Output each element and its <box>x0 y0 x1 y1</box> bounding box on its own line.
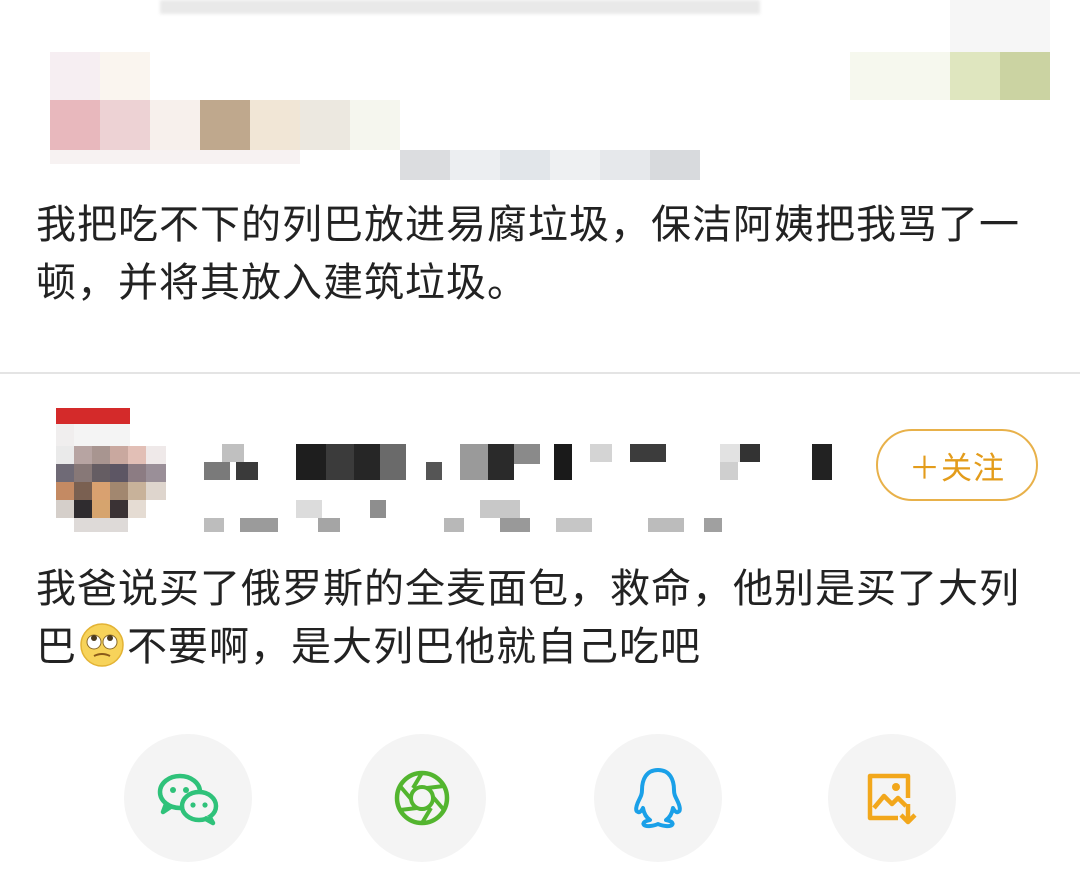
redacted-pixel <box>400 150 450 180</box>
redacted-pixel <box>110 464 128 482</box>
redacted-pixel <box>950 52 1000 100</box>
redacted-pixel <box>444 518 464 532</box>
redacted-pixel <box>74 424 130 446</box>
redacted-pixel <box>146 464 166 482</box>
redacted-pixel <box>250 100 300 150</box>
redacted-pixel <box>146 482 166 500</box>
redacted-pixel <box>648 518 684 532</box>
redacted-pixel <box>1000 52 1050 100</box>
redacted-pixel <box>326 444 354 480</box>
redacted-pixel <box>554 444 572 480</box>
redacted-pixel <box>740 444 760 462</box>
redacted-pixel <box>56 446 74 464</box>
redacted-pixel <box>380 444 406 480</box>
redacted-pixel <box>56 464 74 482</box>
redacted-pixel <box>222 444 244 462</box>
redacted-pixel <box>56 500 74 518</box>
redacted-pixel <box>74 518 128 532</box>
save-image-icon <box>867 773 917 825</box>
redacted-pixel <box>650 150 700 180</box>
redacted-pixel <box>500 150 550 180</box>
redacted-pixel <box>110 446 128 464</box>
redacted-pixel <box>50 100 100 150</box>
redacted-pixel <box>128 500 146 518</box>
redacted-pixel <box>92 500 110 518</box>
redacted-pixel <box>128 482 146 500</box>
redacted-pixel <box>354 444 380 480</box>
redacted-pixel <box>200 100 250 150</box>
post1-text: 我把吃不下的列巴放进易腐垃圾，保洁阿姨把我骂了一顿，并将其放入建筑垃圾。 <box>36 202 1020 306</box>
redacted-pixel <box>128 446 146 464</box>
redacted-pixel <box>100 52 150 100</box>
save-image-button[interactable] <box>828 734 956 862</box>
post2-text-part2: 不要啊，是大列巴他就自己吃吧 <box>127 624 701 670</box>
redacted-pixel <box>450 150 500 180</box>
redacted-pixel <box>590 444 612 462</box>
redacted-pixel <box>488 444 514 480</box>
redacted-pixel <box>850 52 950 100</box>
follow-button[interactable]: ＋关注 <box>876 429 1038 501</box>
redacted-pixel <box>296 500 322 518</box>
redacted-pixel <box>74 464 92 482</box>
divider <box>0 372 1080 374</box>
post2-text: 我爸说买了俄罗斯的全麦面包，救命，他别是买了大列巴 不要啊，是大列巴他就自己吃吧 <box>36 560 1046 676</box>
redacted-pixel <box>550 150 600 180</box>
redacted-pixel <box>74 500 92 518</box>
redacted-pixel <box>630 444 666 462</box>
redacted-pixel <box>426 462 442 480</box>
redacted-pixel <box>160 0 760 14</box>
redacted-pixel <box>204 518 224 532</box>
redacted-pixel <box>50 150 300 164</box>
redacted-pixel <box>92 482 110 500</box>
redacted-pixel <box>950 0 1050 52</box>
redacted-pixel <box>100 100 150 150</box>
redacted-pixel <box>300 100 350 150</box>
qq-icon <box>634 768 682 829</box>
redacted-pixel <box>704 518 722 532</box>
redacted-pixel <box>240 518 278 532</box>
redacted-pixel <box>92 464 110 482</box>
redacted-pixel <box>74 482 92 500</box>
redacted-pixel <box>204 462 230 480</box>
redacted-pixel <box>370 500 386 518</box>
redacted-pixel <box>500 518 530 532</box>
redacted-pixel <box>236 462 258 480</box>
redacted-pixel <box>56 424 74 446</box>
redacted-pixel <box>720 462 738 480</box>
redacted-pixel <box>74 446 92 464</box>
redacted-pixel <box>350 100 400 150</box>
redacted-pixel <box>460 444 488 480</box>
redacted-pixel <box>56 408 130 424</box>
share-qq-button[interactable] <box>594 734 722 862</box>
redacted-pixel <box>296 444 326 480</box>
redacted-pixel <box>514 444 540 464</box>
redacted-pixel <box>92 446 110 464</box>
redacted-pixel <box>110 482 128 500</box>
redacted-pixel <box>812 444 832 480</box>
redacted-pixel <box>110 500 128 518</box>
redacted-pixel <box>556 518 592 532</box>
share-wechat-button[interactable] <box>124 734 252 862</box>
moments-icon <box>394 770 450 826</box>
share-moments-button[interactable] <box>358 734 486 862</box>
redacted-pixel <box>150 100 200 150</box>
redacted-pixel <box>128 464 146 482</box>
redacted-pixel <box>318 518 340 532</box>
redacted-pixel <box>50 52 100 100</box>
rolling-eyes-emoji <box>80 623 124 667</box>
redacted-pixel <box>480 500 520 518</box>
redacted-pixel <box>146 446 166 464</box>
redacted-pixel <box>600 150 650 180</box>
wechat-icon <box>157 773 219 826</box>
redacted-pixel <box>56 482 74 500</box>
